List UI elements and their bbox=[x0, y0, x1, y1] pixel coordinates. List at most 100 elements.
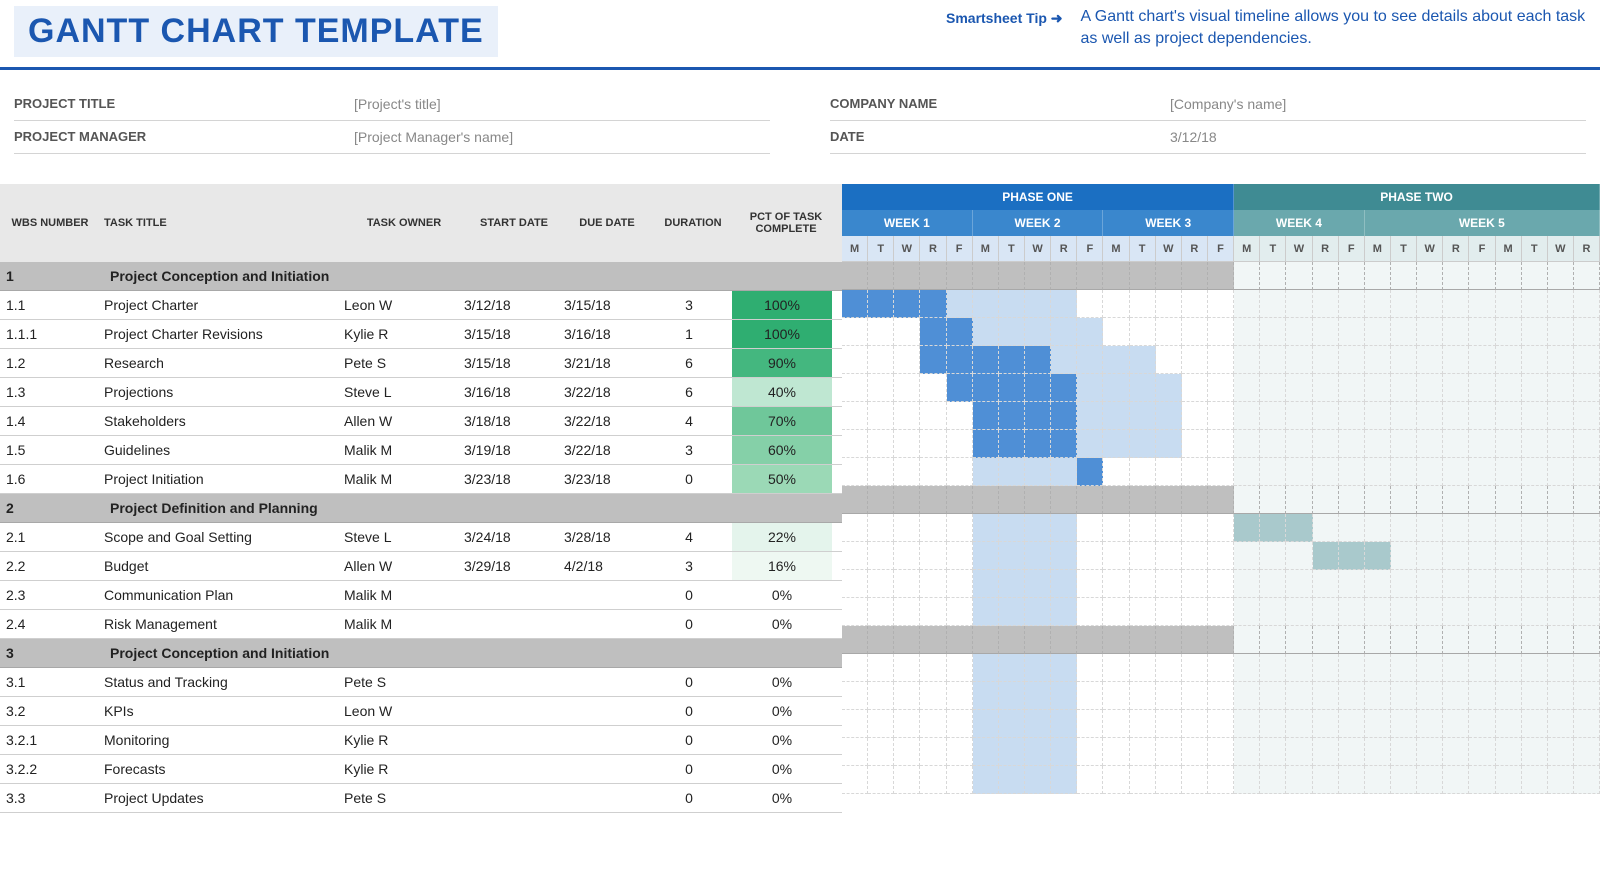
timeline-cell[interactable] bbox=[920, 682, 946, 710]
timeline-cell[interactable] bbox=[999, 486, 1025, 514]
task-row[interactable]: 1.3 Projections Steve L 3/16/18 3/22/18 … bbox=[0, 378, 842, 407]
timeline-cell[interactable] bbox=[1391, 262, 1417, 290]
timeline-cell[interactable] bbox=[1286, 458, 1312, 486]
timeline-cell[interactable] bbox=[1339, 682, 1365, 710]
timeline-cell[interactable] bbox=[1077, 626, 1103, 654]
timeline-cell[interactable] bbox=[1025, 318, 1051, 346]
timeline-cell[interactable] bbox=[1469, 374, 1495, 402]
timeline-cell[interactable] bbox=[1025, 486, 1051, 514]
timeline-cell[interactable] bbox=[1051, 262, 1077, 290]
task-start[interactable]: 3/16/18 bbox=[460, 384, 560, 400]
timeline-cell[interactable] bbox=[1365, 262, 1391, 290]
timeline-cell[interactable] bbox=[1417, 430, 1443, 458]
timeline-cell[interactable] bbox=[1365, 654, 1391, 682]
timeline-cell[interactable] bbox=[1234, 542, 1260, 570]
timeline-cell[interactable] bbox=[1051, 486, 1077, 514]
timeline-cell[interactable] bbox=[1156, 570, 1182, 598]
task-row[interactable]: 1.1 Project Charter Leon W 3/12/18 3/15/… bbox=[0, 291, 842, 320]
task-due[interactable]: 3/22/18 bbox=[560, 384, 646, 400]
timeline-cell[interactable] bbox=[1208, 710, 1234, 738]
timeline-cell[interactable] bbox=[1103, 430, 1129, 458]
timeline-cell[interactable] bbox=[1313, 766, 1339, 794]
timeline-cell[interactable] bbox=[1077, 486, 1103, 514]
timeline-cell[interactable] bbox=[1286, 290, 1312, 318]
timeline-cell[interactable] bbox=[1260, 542, 1286, 570]
timeline-cell[interactable] bbox=[1443, 290, 1469, 318]
timeline-cell[interactable] bbox=[1313, 626, 1339, 654]
timeline-cell[interactable] bbox=[1208, 290, 1234, 318]
timeline-cell[interactable] bbox=[868, 430, 894, 458]
timeline-cell[interactable] bbox=[868, 486, 894, 514]
timeline-cell[interactable] bbox=[1156, 458, 1182, 486]
timeline-cell[interactable] bbox=[1234, 402, 1260, 430]
timeline-cell[interactable] bbox=[1077, 682, 1103, 710]
timeline-cell[interactable] bbox=[920, 486, 946, 514]
timeline-cell[interactable] bbox=[1051, 402, 1077, 430]
timeline-cell[interactable] bbox=[1286, 682, 1312, 710]
timeline-cell[interactable] bbox=[868, 738, 894, 766]
timeline-cell[interactable] bbox=[1313, 570, 1339, 598]
timeline-cell[interactable] bbox=[842, 738, 868, 766]
task-due[interactable]: 3/21/18 bbox=[560, 355, 646, 371]
timeline-cell[interactable] bbox=[1156, 738, 1182, 766]
timeline-cell[interactable] bbox=[1051, 290, 1077, 318]
timeline-cell[interactable] bbox=[1391, 514, 1417, 542]
timeline-cell[interactable] bbox=[1077, 290, 1103, 318]
timeline-cell[interactable] bbox=[1365, 514, 1391, 542]
timeline-cell[interactable] bbox=[1260, 766, 1286, 794]
timeline-cell[interactable] bbox=[1548, 654, 1574, 682]
timeline-cell[interactable] bbox=[1365, 766, 1391, 794]
timeline-cell[interactable] bbox=[1443, 598, 1469, 626]
timeline-cell[interactable] bbox=[1339, 318, 1365, 346]
timeline-cell[interactable] bbox=[1130, 542, 1156, 570]
timeline-cell[interactable] bbox=[1077, 598, 1103, 626]
task-pct[interactable]: 22% bbox=[732, 523, 832, 551]
timeline-cell[interactable] bbox=[1051, 346, 1077, 374]
timeline-cell[interactable] bbox=[1469, 318, 1495, 346]
timeline-cell[interactable] bbox=[1156, 262, 1182, 290]
timeline-cell[interactable] bbox=[1103, 290, 1129, 318]
timeline-cell[interactable] bbox=[1443, 766, 1469, 794]
task-row[interactable]: 3.2 KPIs Leon W 0 0% bbox=[0, 697, 842, 726]
timeline-cell[interactable] bbox=[1077, 654, 1103, 682]
timeline-cell[interactable] bbox=[920, 374, 946, 402]
timeline-cell[interactable] bbox=[1156, 682, 1182, 710]
timeline-cell[interactable] bbox=[1077, 346, 1103, 374]
timeline-cell[interactable] bbox=[1025, 514, 1051, 542]
timeline-cell[interactable] bbox=[894, 262, 920, 290]
timeline-cell[interactable] bbox=[1365, 486, 1391, 514]
timeline-cell[interactable] bbox=[973, 374, 999, 402]
timeline-cell[interactable] bbox=[1025, 598, 1051, 626]
timeline-cell[interactable] bbox=[1182, 262, 1208, 290]
timeline-cell[interactable] bbox=[1051, 682, 1077, 710]
timeline-cell[interactable] bbox=[1156, 290, 1182, 318]
timeline-cell[interactable] bbox=[1234, 598, 1260, 626]
timeline-cell[interactable] bbox=[1234, 318, 1260, 346]
timeline-cell[interactable] bbox=[1574, 430, 1600, 458]
timeline-cell[interactable] bbox=[947, 458, 973, 486]
timeline-cell[interactable] bbox=[1130, 598, 1156, 626]
timeline-cell[interactable] bbox=[1417, 626, 1443, 654]
timeline-cell[interactable] bbox=[868, 374, 894, 402]
timeline-cell[interactable] bbox=[999, 542, 1025, 570]
timeline-cell[interactable] bbox=[1234, 486, 1260, 514]
timeline-cell[interactable] bbox=[1260, 290, 1286, 318]
timeline-cell[interactable] bbox=[1496, 430, 1522, 458]
timeline-cell[interactable] bbox=[1182, 738, 1208, 766]
meta-value[interactable]: 3/12/18 bbox=[1170, 129, 1217, 145]
task-pct[interactable]: 50% bbox=[732, 465, 832, 493]
timeline-cell[interactable] bbox=[1208, 570, 1234, 598]
timeline-cell[interactable] bbox=[1469, 710, 1495, 738]
timeline-cell[interactable] bbox=[1417, 486, 1443, 514]
timeline-cell[interactable] bbox=[1156, 542, 1182, 570]
timeline-cell[interactable] bbox=[1522, 542, 1548, 570]
timeline-cell[interactable] bbox=[1574, 262, 1600, 290]
timeline-cell[interactable] bbox=[1025, 542, 1051, 570]
section-row[interactable]: 1 Project Conception and Initiation bbox=[0, 262, 842, 291]
timeline-cell[interactable] bbox=[1522, 598, 1548, 626]
timeline-cell[interactable] bbox=[920, 262, 946, 290]
timeline-cell[interactable] bbox=[920, 346, 946, 374]
timeline-cell[interactable] bbox=[1522, 514, 1548, 542]
timeline-cell[interactable] bbox=[1103, 710, 1129, 738]
timeline-cell[interactable] bbox=[1286, 318, 1312, 346]
